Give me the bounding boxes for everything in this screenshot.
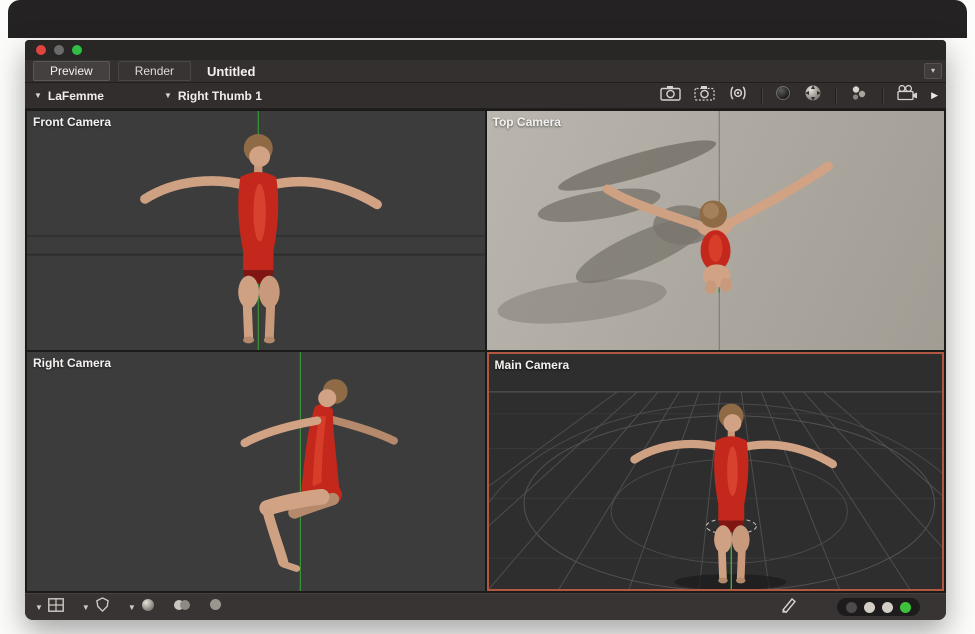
bottom-toolbar: ▼ ▼ ▼ [25, 593, 946, 620]
viewport-label: Right Camera [33, 356, 111, 370]
shaded-sphere-icon [141, 598, 155, 617]
swatch-light-1[interactable] [864, 602, 875, 613]
document-title: Untitled [207, 64, 255, 79]
pencil-tool-button[interactable] [779, 597, 797, 618]
display-style-dropdown[interactable]: ▼ [128, 598, 155, 617]
figure-dropdown[interactable]: ▼ LaFemme [34, 89, 104, 103]
top-camera-scene [487, 111, 945, 350]
viewport-layout-dropdown[interactable]: ▼ [35, 598, 64, 617]
figure-dropdown-label: LaFemme [48, 89, 104, 103]
figure-front-view[interactable] [145, 134, 377, 343]
chevron-down-icon: ▼ [34, 91, 42, 100]
viewport-label: Top Camera [493, 115, 561, 129]
front-camera-scene [27, 111, 485, 350]
trackball-icon[interactable] [804, 84, 822, 107]
figure-shadow [674, 574, 786, 589]
viewport-main-camera[interactable]: Main Camera [487, 352, 945, 591]
tab-preview[interactable]: Preview [33, 61, 110, 81]
figure-shadows [495, 132, 719, 332]
viewport-label: Front Camera [33, 115, 111, 129]
swatch-light-2[interactable] [882, 602, 893, 613]
pencil-icon [779, 597, 797, 618]
actor-dropdown[interactable]: ▼ Right Thumb 1 [164, 89, 262, 103]
movie-camera-icon[interactable] [896, 85, 918, 106]
swatch-green[interactable] [900, 602, 911, 613]
toolbar: ▼ LaFemme ▼ Right Thumb 1 [25, 83, 946, 109]
camera-toolbar: ▶ [660, 84, 946, 107]
toolbar-divider [882, 88, 883, 104]
viewport-grid: Front Camera Top Camera [25, 109, 946, 593]
background-window-band [8, 0, 967, 38]
tracking-mode-dropdown[interactable]: ▼ [82, 597, 110, 617]
actor-dropdown-label: Right Thumb 1 [178, 89, 262, 103]
shield-icon [95, 597, 110, 617]
zoom-button[interactable] [72, 45, 82, 55]
overflow-arrow-icon[interactable]: ▶ [931, 90, 938, 101]
figure-top-view[interactable] [607, 166, 828, 294]
toolbar-divider [835, 88, 836, 104]
still-camera-icon[interactable] [660, 85, 681, 106]
display-mode-swatches [837, 598, 920, 616]
smooth-spheres-icon [173, 598, 191, 617]
texture-sphere-icon [209, 598, 222, 616]
bracket-camera-icon[interactable] [728, 85, 748, 106]
toolbar-divider [761, 88, 762, 104]
minimize-button[interactable] [54, 45, 64, 55]
viewport-top-camera[interactable]: Top Camera [487, 111, 945, 350]
tab-menu-button[interactable]: ▾ [924, 63, 942, 79]
figure-side-view[interactable] [245, 379, 394, 568]
smooth-spheres-button[interactable] [173, 598, 191, 617]
figure-main-view[interactable] [634, 404, 832, 584]
chevron-down-icon: ▼ [164, 91, 172, 100]
perspective-grid [489, 392, 943, 589]
chevron-down-icon: ▼ [82, 603, 90, 612]
quad-view-icon [48, 598, 64, 617]
swatch-dark[interactable] [846, 602, 857, 613]
close-button[interactable] [36, 45, 46, 55]
tab-bar: Preview Render Untitled ▾ [25, 60, 946, 83]
tab-render[interactable]: Render [118, 61, 191, 81]
viewport-label: Main Camera [495, 358, 570, 372]
chevron-down-icon: ▼ [35, 603, 43, 612]
titlebar [25, 40, 946, 60]
dark-sphere-icon[interactable] [775, 85, 791, 106]
viewport-front-camera[interactable]: Front Camera [27, 111, 485, 350]
dashed-camera-icon[interactable] [694, 85, 715, 106]
chevron-down-icon: ▼ [128, 603, 136, 612]
right-camera-scene [27, 352, 485, 591]
main-camera-scene [489, 354, 943, 589]
app-window: Preview Render Untitled ▾ ▼ LaFemme ▼ Ri… [25, 40, 946, 620]
lights-icon[interactable] [849, 85, 869, 106]
texture-sphere-button[interactable] [209, 598, 222, 616]
viewport-right-camera[interactable]: Right Camera [27, 352, 485, 591]
